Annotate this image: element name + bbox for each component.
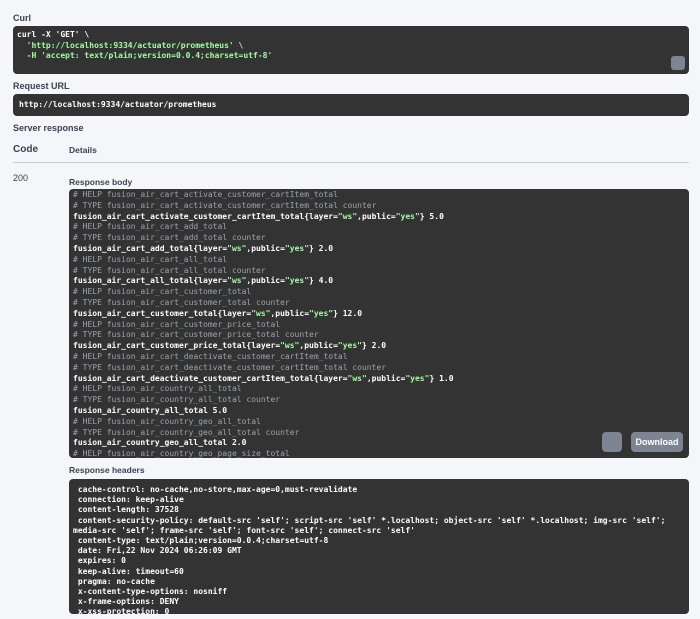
label-value: "yes"	[309, 308, 334, 318]
metric-punct: {layer=	[193, 276, 228, 286]
header-line: x-frame-options: DENY	[73, 597, 179, 607]
details-column-header: Details	[69, 145, 97, 155]
body-comment-line: # TYPE fusion_air_cart_all_total counter	[73, 265, 266, 275]
body-comment-line: # TYPE fusion_air_country_all_total coun…	[73, 395, 281, 405]
metric-punct: ,public=	[246, 276, 285, 286]
header-line: content-security-policy: default-src 'se…	[73, 515, 666, 525]
body-comment-line: # HELP fusion_air_cart_activate_customer…	[73, 190, 338, 199]
header-line: date: Fri,22 Nov 2024 06:26:09 GMT	[73, 546, 242, 556]
header-line: x-content-type-options: nosniff	[73, 587, 228, 597]
body-comment-line: # TYPE fusion_air_cart_customer_total co…	[73, 297, 290, 307]
body-metric-line: fusion_air_cart_activate_customer_cartIt…	[73, 212, 454, 223]
header-divider	[13, 162, 689, 163]
body-comment-line: # HELP fusion_air_cart_all_total	[73, 254, 228, 264]
server-response-label: Server response	[13, 123, 84, 133]
body-metric-line: fusion_air_country_all_total 5.0	[73, 405, 228, 415]
body-comment-line: # TYPE fusion_air_cart_activate_customer…	[73, 200, 377, 210]
metric-value: } 2.0	[362, 341, 387, 351]
body-comment-line: # HELP fusion_air_country_geo_all_total	[73, 416, 261, 426]
response-code: 200	[13, 173, 29, 183]
body-comment-line: # HELP fusion_air_country_geo_page_size_…	[73, 449, 290, 458]
metric-name: fusion_air_cart_all_total	[73, 276, 194, 286]
label-value: "ws"	[347, 373, 367, 383]
metric-punct: {layer=	[246, 341, 281, 351]
curl-label: Curl	[13, 13, 31, 23]
metric-value: } 2.0	[309, 243, 334, 253]
request-url-block: http://localhost:9334/actuator/prometheu…	[13, 94, 689, 116]
header-line: expires: 0	[73, 556, 126, 566]
body-comment-line: # HELP fusion_air_cart_deactivate_custom…	[73, 351, 348, 361]
body-comment-line: # TYPE fusion_air_cart_add_total counter	[73, 233, 266, 243]
response-body-label: Response body	[69, 177, 133, 187]
body-metric-line: fusion_air_cart_all_total{layer="ws",pub…	[73, 276, 454, 287]
curl-line-3: -H 'accept: text/plain;version=0.0.4;cha…	[17, 51, 273, 60]
body-metric-line: fusion_air_cart_customer_total{layer="ws…	[73, 309, 454, 320]
metric-punct: {layer=	[193, 243, 228, 253]
label-value: "yes"	[337, 341, 362, 351]
metric-punct: {layer=	[304, 211, 338, 221]
body-metric-line: fusion_air_cart_customer_price_total{lay…	[73, 341, 454, 352]
download-button[interactable]: Download	[631, 432, 683, 452]
label-value: "yes"	[284, 276, 310, 286]
response-body-block[interactable]: # HELP fusion_air_cart_activate_customer…	[69, 189, 689, 458]
label-value: "ws"	[280, 341, 300, 351]
swagger-response-panel: Curl curl -X 'GET' \ 'http://localhost:9…	[0, 0, 700, 619]
curl-line-2: 'http://localhost:9334/actuator/promethe…	[17, 40, 244, 50]
header-line: content-type: text/plain;version=0.0.4;c…	[73, 536, 329, 546]
copy-body-button[interactable]	[602, 432, 622, 452]
metric-punct: ,public=	[246, 243, 285, 253]
metric-punct: {layer=	[217, 308, 252, 318]
header-line: pragma: no-cache	[73, 576, 155, 586]
header-line: keep-alive: timeout=60	[73, 566, 184, 576]
body-comment-line: # HELP fusion_air_cart_customer_price_to…	[73, 319, 281, 329]
metric-punct: ,public=	[299, 341, 338, 351]
response-headers-content: cache-control: no-cache,no-store,max-age…	[73, 485, 665, 618]
body-comment-line: # TYPE fusion_air_cart_deactivate_custom…	[73, 362, 387, 372]
body-metric-line: fusion_air_cart_add_total{layer="ws",pub…	[73, 244, 454, 255]
label-value: "ws"	[227, 276, 247, 286]
header-line: media-src 'self'; frame-src 'self'; font…	[73, 525, 415, 535]
body-comment-line: # TYPE fusion_air_country_geo_all_total …	[73, 427, 300, 437]
metric-value: } 4.0	[309, 276, 334, 286]
metric-name: fusion_air_cart_deactivate_customer_cart…	[73, 373, 314, 383]
header-line: content-length: 37528	[73, 505, 179, 515]
metric-value: } 1.0	[429, 373, 454, 383]
label-value: "ws"	[337, 211, 358, 221]
metric-name: fusion_air_cart_activate_customer_cartIt…	[73, 211, 305, 221]
label-value: "yes"	[284, 243, 310, 253]
copy-curl-button[interactable]	[671, 56, 685, 70]
label-value: "ws"	[227, 243, 247, 253]
metric-punct: ,public=	[270, 308, 310, 318]
metric-punct: ,public=	[366, 373, 406, 383]
body-comment-line: # TYPE fusion_air_cart_customer_price_to…	[73, 330, 319, 340]
label-value: "yes"	[395, 211, 420, 221]
code-column-header: Code	[13, 144, 38, 155]
metric-name: fusion_air_cart_add_total	[73, 243, 194, 253]
request-url-value: http://localhost:9334/actuator/prometheu…	[19, 100, 217, 109]
metric-name: fusion_air_cart_customer_total	[73, 308, 218, 318]
header-line: connection: keep-alive	[73, 495, 184, 505]
label-value: "ws"	[251, 308, 271, 318]
metric-punct: ,public=	[357, 211, 396, 221]
response-body-content: # HELP fusion_air_cart_activate_customer…	[73, 190, 454, 458]
metric-name: fusion_air_cart_customer_price_total	[73, 341, 247, 351]
body-metric-line: fusion_air_cart_deactivate_customer_cart…	[73, 374, 454, 385]
response-headers-label: Response headers	[69, 465, 145, 475]
curl-command: curl -X 'GET' \ 'http://localhost:9334/a…	[17, 30, 272, 62]
metric-value: } 12.0	[333, 308, 363, 318]
body-comment-line: # HELP fusion_air_cart_customer_total	[73, 287, 252, 297]
curl-line-1: curl -X 'GET' \	[17, 30, 90, 39]
response-headers-block: cache-control: no-cache,no-store,max-age…	[69, 479, 689, 616]
body-comment-line: # HELP fusion_air_cart_add_total	[73, 222, 228, 232]
metric-punct: {layer=	[313, 373, 348, 383]
header-line: x-xss-protection: 0	[73, 607, 170, 617]
request-url-label: Request URL	[13, 81, 70, 91]
label-value: "yes"	[405, 373, 430, 383]
body-metric-line: fusion_air_country_geo_all_total 2.0	[73, 438, 247, 448]
header-line: cache-control: no-cache,no-store,max-age…	[73, 485, 358, 494]
curl-code-block: curl -X 'GET' \ 'http://localhost:9334/a…	[13, 26, 689, 74]
metric-value: } 5.0	[419, 211, 444, 221]
body-comment-line: # HELP fusion_air_country_all_total	[73, 384, 242, 394]
